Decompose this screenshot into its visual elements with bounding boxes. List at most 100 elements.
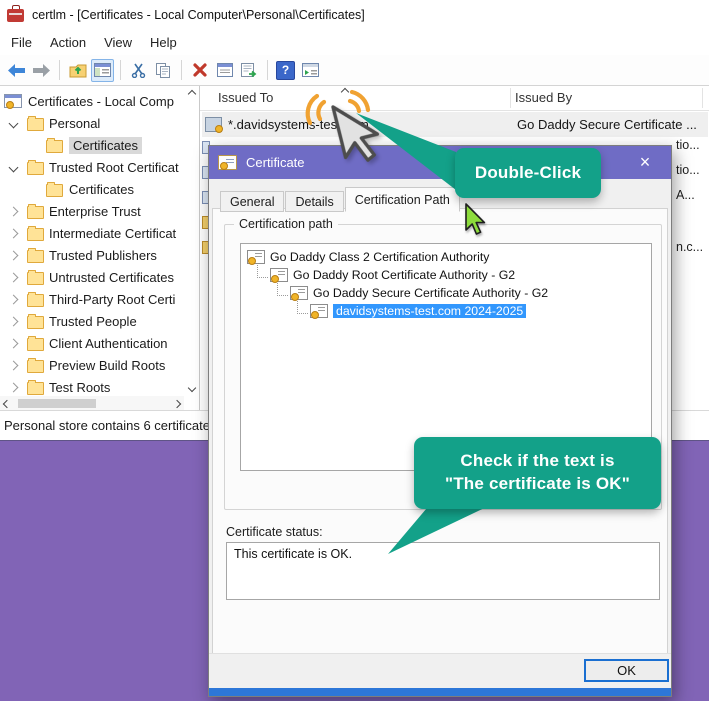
chevron-right-icon[interactable] <box>9 382 19 392</box>
sidebar-item-personal[interactable]: Personal <box>0 112 184 134</box>
export-list-icon[interactable] <box>238 59 261 82</box>
ok-button[interactable]: OK <box>584 659 669 682</box>
tab-general[interactable]: General <box>220 191 284 212</box>
sidebar-item-test-roots[interactable]: Test Roots <box>0 376 184 396</box>
menu-view[interactable]: View <box>95 32 141 53</box>
sidebar-item-untrusted[interactable]: Untrusted Certificates <box>0 266 184 288</box>
properties-icon[interactable] <box>213 59 236 82</box>
column-issued-to[interactable]: Issued To <box>218 90 273 105</box>
menu-action[interactable]: Action <box>41 32 95 53</box>
sidebar-item-trusted-people[interactable]: Trusted People <box>0 310 184 332</box>
title-bar[interactable]: certlm - [Certificates - Local Computer\… <box>0 0 709 30</box>
scroll-up-icon[interactable] <box>187 90 195 98</box>
scroll-right-icon[interactable] <box>173 399 181 407</box>
hidden-row-text: A... <box>676 188 695 202</box>
folder-icon <box>27 294 44 307</box>
folder-icon <box>27 118 44 131</box>
help-icon[interactable]: ? <box>274 59 297 82</box>
tab-details[interactable]: Details <box>285 191 343 212</box>
sidebar-item-enterprise-trust[interactable]: Enterprise Trust <box>0 200 184 222</box>
chevron-right-icon[interactable] <box>9 338 19 348</box>
tree-connector <box>257 265 268 278</box>
certificate-icon <box>270 268 288 282</box>
window-title: certlm - [Certificates - Local Computer\… <box>32 8 365 22</box>
folder-icon <box>27 228 44 241</box>
scrollbar-thumb[interactable] <box>18 399 96 408</box>
column-issued-by[interactable]: Issued By <box>515 90 572 105</box>
certificate-icon <box>310 304 328 318</box>
chevron-down-icon[interactable] <box>9 118 19 128</box>
chevron-right-icon[interactable] <box>9 228 19 238</box>
sidebar-item-third-party[interactable]: Third-Party Root Certi <box>0 288 184 310</box>
console-root-icon <box>4 94 22 108</box>
tree-connector <box>297 301 308 314</box>
list-header: Issued To Issued By <box>200 86 709 111</box>
menu-file[interactable]: File <box>2 32 41 53</box>
cut-icon[interactable] <box>127 59 150 82</box>
chevron-right-icon[interactable] <box>9 206 19 216</box>
folder-icon <box>27 250 44 263</box>
hidden-row-text: tio... <box>676 138 700 152</box>
chevron-right-icon[interactable] <box>9 272 19 282</box>
dialog-title: Certificate <box>246 155 305 170</box>
chevron-down-icon[interactable] <box>9 162 19 172</box>
tab-certification-path[interactable]: Certification Path <box>345 187 460 212</box>
certificate-status-label: Certificate status: <box>226 525 323 539</box>
console-tree-panel: Certificates - Local Comp Personal Certi… <box>0 86 200 411</box>
sidebar-item-trusted-publishers[interactable]: Trusted Publishers <box>0 244 184 266</box>
path-item-root-g2[interactable]: Go Daddy Root Certificate Authority - G2 <box>241 266 651 284</box>
certificate-row-davidsystems[interactable]: *.davidsystems-test.com Go Daddy Secure … <box>202 112 708 137</box>
column-divider[interactable] <box>510 88 511 108</box>
scroll-down-icon[interactable] <box>187 384 195 392</box>
folder-icon <box>46 184 63 197</box>
double-click-callout: Double-Click <box>455 148 601 198</box>
folder-icon <box>27 206 44 219</box>
sidebar-item-client-auth[interactable]: Client Authentication <box>0 332 184 354</box>
path-item-leaf-selected[interactable]: davidsystems-test.com 2024-2025 <box>241 302 651 320</box>
certification-path-page: Certification path Go Daddy Class 2 Cert… <box>212 208 668 656</box>
up-level-icon[interactable] <box>66 59 89 82</box>
toolbar-separator <box>181 60 182 80</box>
action-pane-icon[interactable] <box>299 59 322 82</box>
certlm-app-icon <box>7 9 24 22</box>
dialog-title-bar[interactable]: Certificate × <box>209 146 671 179</box>
groupbox-label: Certification path <box>234 217 338 231</box>
scroll-left-icon[interactable] <box>3 399 11 407</box>
chevron-right-icon[interactable] <box>9 294 19 304</box>
dialog-tabs: General Details Certification Path <box>220 187 461 212</box>
menu-help[interactable]: Help <box>141 32 186 53</box>
certificate-status-box: This certificate is OK. <box>226 542 660 600</box>
chevron-right-icon[interactable] <box>9 316 19 326</box>
back-icon[interactable] <box>5 59 28 82</box>
sidebar-item-trusted-root-certificates[interactable]: Certificates <box>0 178 184 200</box>
certificate-status-text: This certificate is OK. <box>234 547 352 561</box>
dialog-bottom-border <box>209 688 671 696</box>
hidden-row-text: tio... <box>676 163 700 177</box>
sidebar-item-preview-build[interactable]: Preview Build Roots <box>0 354 184 376</box>
sidebar-item-personal-certificates[interactable]: Certificates <box>0 134 184 156</box>
folder-icon <box>27 360 44 373</box>
tree-vertical-scrollbar[interactable] <box>184 86 199 396</box>
certificate-icon <box>247 250 265 264</box>
certificate-icon <box>218 155 237 170</box>
chevron-right-icon[interactable] <box>9 360 19 370</box>
folder-icon <box>27 316 44 329</box>
tree-horizontal-scrollbar[interactable] <box>0 396 184 411</box>
path-item-root[interactable]: Go Daddy Class 2 Certification Authority <box>241 248 651 266</box>
folder-icon <box>27 338 44 351</box>
chevron-right-icon[interactable] <box>9 250 19 260</box>
sidebar-item-intermediate[interactable]: Intermediate Certificat <box>0 222 184 244</box>
folder-icon <box>27 272 44 285</box>
forward-icon[interactable] <box>30 59 53 82</box>
column-divider[interactable] <box>702 88 703 108</box>
console-tree-toggle-icon[interactable] <box>91 59 114 82</box>
toolbar-separator <box>120 60 121 80</box>
copy-icon[interactable] <box>152 59 175 82</box>
toolbar-separator <box>59 60 60 80</box>
close-icon[interactable]: × <box>628 146 662 179</box>
sidebar-item-root[interactable]: Certificates - Local Comp <box>0 90 184 112</box>
path-item-secure-g2[interactable]: Go Daddy Secure Certificate Authority - … <box>241 284 651 302</box>
sidebar-item-trusted-root[interactable]: Trusted Root Certificat <box>0 156 184 178</box>
delete-icon[interactable] <box>188 59 211 82</box>
sort-ascending-icon <box>341 88 349 96</box>
